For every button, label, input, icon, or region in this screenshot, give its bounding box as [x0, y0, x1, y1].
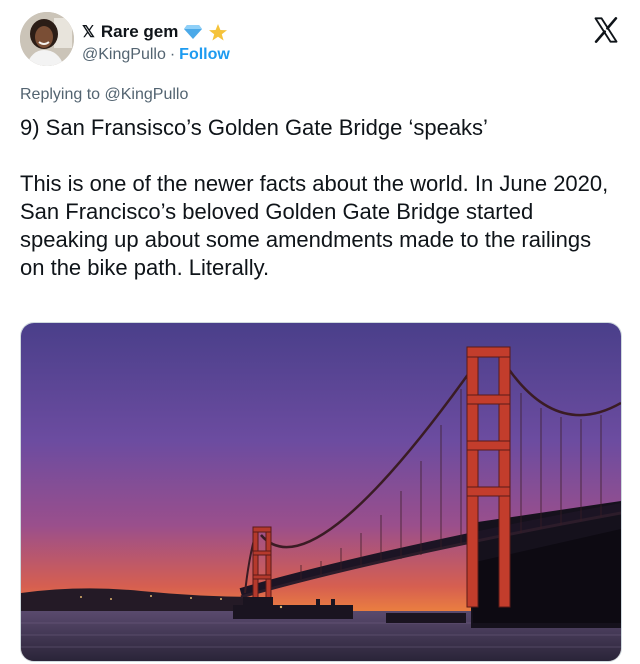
- tweet-header: 𝕏 Rare gem @KingPullo · Follow: [20, 12, 624, 72]
- display-name[interactable]: Rare gem: [101, 22, 178, 42]
- author-handle[interactable]: @KingPullo: [82, 46, 166, 63]
- tweet-paragraph-title: 9) San Fransisco’s Golden Gate Bridge ‘s…: [20, 115, 488, 140]
- separator: ·: [169, 46, 176, 63]
- diamond-icon: [184, 25, 203, 39]
- replying-to-mention[interactable]: @KingPullo: [105, 86, 189, 103]
- follow-button[interactable]: Follow: [179, 46, 230, 63]
- star-emoji-icon: [209, 24, 228, 41]
- x-logo-icon[interactable]: [592, 16, 620, 44]
- replying-to-label: Replying to: [20, 86, 101, 103]
- x-badge-icon: 𝕏: [82, 24, 95, 41]
- tweet-paragraph-body: This is one of the newer facts about the…: [20, 171, 609, 280]
- avatar-image: [20, 12, 74, 66]
- replying-to: Replying to @KingPullo: [20, 86, 188, 104]
- tweet-text: 9) San Fransisco’s Golden Gate Bridge ‘s…: [20, 114, 620, 282]
- avatar[interactable]: [20, 12, 74, 66]
- handle-row: @KingPullo · Follow: [82, 46, 230, 64]
- tweet-photo[interactable]: [20, 322, 622, 662]
- author-name-row: 𝕏 Rare gem: [82, 22, 228, 42]
- golden-gate-photo: [21, 323, 621, 661]
